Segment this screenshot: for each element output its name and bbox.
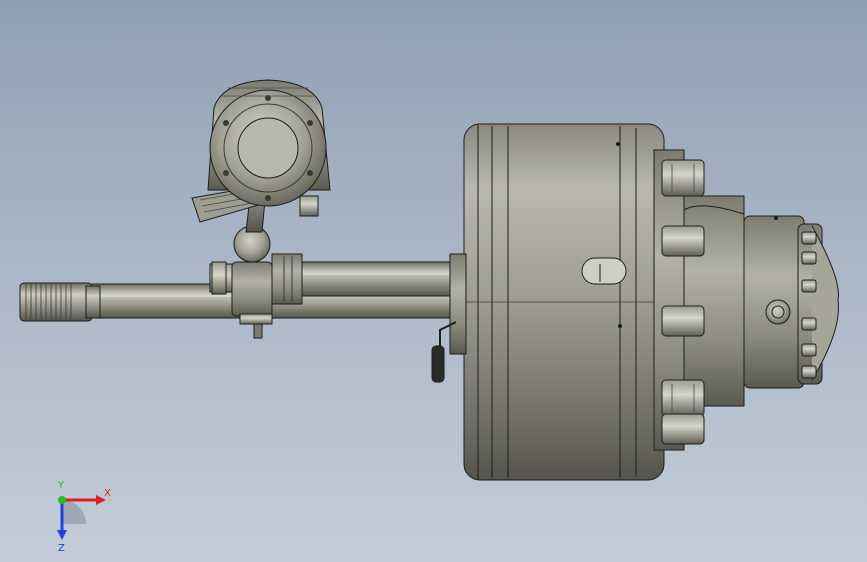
z-axis-arrowhead bbox=[57, 530, 67, 540]
brake-drum[interactable] bbox=[449, 123, 665, 481]
y-axis-label: Y bbox=[57, 480, 65, 491]
x-axis-label: X bbox=[104, 488, 111, 499]
shaft-nut[interactable] bbox=[211, 261, 227, 295]
z-axis-label: Z bbox=[58, 543, 65, 554]
y-axis-dot bbox=[58, 496, 66, 504]
hub-end-cap[interactable] bbox=[743, 215, 839, 389]
triad-quadrant bbox=[62, 500, 86, 524]
orientation-triad: X Y Z bbox=[57, 480, 111, 554]
axle-assembly-model[interactable] bbox=[0, 0, 867, 562]
cad-3d-viewport[interactable]: X Y Z bbox=[0, 0, 867, 562]
spline-end[interactable] bbox=[19, 282, 101, 322]
